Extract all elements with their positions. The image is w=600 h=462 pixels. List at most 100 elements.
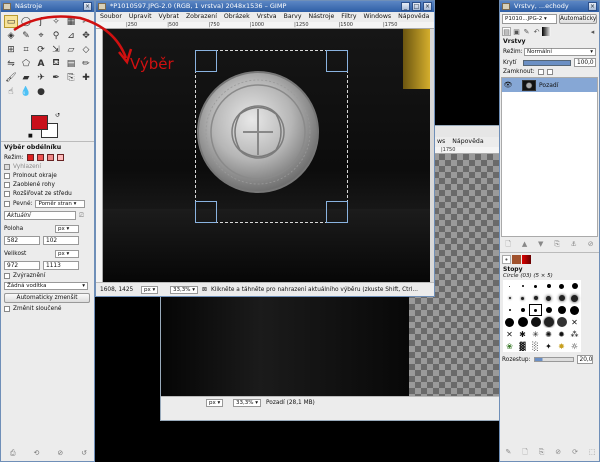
image-titlebar[interactable]: *P1010597.JPG-2.0 (RGB, 1 vrstva) 2048x1…	[96, 1, 434, 12]
spacing-slider[interactable]	[533, 357, 574, 362]
menu-napoveda[interactable]: Nápověda	[398, 12, 429, 22]
patterns-tab-icon[interactable]	[512, 255, 521, 264]
brush-item[interactable]	[516, 304, 529, 316]
brush-item[interactable]	[568, 280, 581, 292]
fixed-select[interactable]: Poměr stran ▾	[35, 200, 86, 208]
menu-obrazek[interactable]: Obrázek	[224, 12, 250, 22]
default-colors-icon[interactable]: ■	[28, 133, 33, 139]
swap-colors-icon[interactable]: ↺	[55, 112, 60, 119]
brush-item[interactable]: ✸	[555, 340, 568, 352]
brush-item[interactable]	[555, 316, 568, 328]
image2-menu-help[interactable]: Nápověda	[452, 137, 483, 147]
maximize-icon[interactable]: □	[412, 2, 421, 11]
lower-layer-icon[interactable]: ▼	[538, 240, 543, 251]
close-icon[interactable]: ×	[423, 2, 432, 11]
fg-color-swatch[interactable]	[31, 115, 48, 130]
layers-tab-icon[interactable]: ▤	[502, 27, 511, 36]
delete-options-icon[interactable]: ⊘	[57, 449, 63, 459]
gradient-tab-icon[interactable]	[542, 27, 551, 36]
layer-mode-select[interactable]: Normální ▾	[524, 48, 596, 56]
selection-handle-tr[interactable]	[326, 50, 348, 72]
eye-icon[interactable]: 👁	[502, 81, 514, 89]
brush-item[interactable]	[568, 292, 581, 304]
cancel-icon[interactable]: ⊠	[202, 283, 207, 296]
duplicate-layer-icon[interactable]: ⎘	[554, 240, 560, 251]
feather-row[interactable]: Prolnout okraje	[4, 173, 93, 179]
brush-item[interactable]: ❀	[503, 340, 516, 352]
expand-row[interactable]: Rozšiřovat ze středu	[4, 191, 93, 197]
zoom-select[interactable]: 33,3% ▾	[170, 286, 198, 294]
lock-pixels-checkbox[interactable]	[537, 69, 544, 75]
size-w-input[interactable]: 972	[4, 261, 40, 270]
lock-alpha-checkbox[interactable]	[546, 69, 553, 75]
highlight-row[interactable]: Zvýraznění	[4, 273, 93, 279]
size-h-input[interactable]: 1113	[43, 261, 79, 270]
brush-item[interactable]: ✱	[516, 328, 529, 340]
save-options-icon[interactable]: ⎙	[10, 449, 16, 459]
restore-options-icon[interactable]: ⟲	[34, 449, 40, 459]
undo-tab-icon[interactable]: ↶	[532, 27, 541, 36]
tab-menu-icon[interactable]: ◂	[588, 27, 597, 36]
opacity-slider[interactable]	[523, 59, 571, 66]
brush-item[interactable]: ░	[529, 340, 542, 352]
brush-item[interactable]: ✳	[529, 328, 542, 340]
layer-row[interactable]: 👁 Pozadí	[502, 78, 597, 92]
spacing-input[interactable]: 20,0	[576, 355, 593, 364]
delete-layer-icon[interactable]: ⊘	[588, 240, 594, 251]
clear-icon[interactable]: ⎚	[79, 212, 84, 220]
brush-item[interactable]	[503, 304, 516, 316]
mode-replace-icon[interactable]	[26, 154, 34, 161]
brush-item[interactable]	[568, 304, 581, 316]
feather-checkbox[interactable]	[4, 173, 10, 179]
layers-titlebar[interactable]: Vrstvy, ...echody ×	[500, 1, 599, 12]
position-x-input[interactable]: 582	[4, 236, 40, 245]
brush-item[interactable]	[555, 304, 568, 316]
brush-item[interactable]	[529, 280, 542, 292]
menu-windows[interactable]: Windows	[363, 12, 391, 22]
image2-unit-select[interactable]: px ▾	[206, 399, 224, 407]
size-unit-select[interactable]: px ▾	[55, 250, 79, 258]
brush-item[interactable]	[542, 292, 555, 304]
menu-filtry[interactable]: Filtry	[341, 12, 356, 22]
brush-item[interactable]	[555, 280, 568, 292]
selection-handle-bl[interactable]	[195, 201, 217, 223]
unit-select[interactable]: px ▾	[141, 286, 159, 294]
brush-item[interactable]: ✕	[503, 328, 516, 340]
brush-item[interactable]	[516, 316, 529, 328]
brush-item[interactable]: ▓	[516, 340, 529, 352]
position-y-input[interactable]: 102	[43, 236, 79, 245]
brush-item[interactable]	[529, 316, 542, 328]
image-select[interactable]: P1010...JPG-2 ▾	[502, 14, 557, 24]
mode-add-icon[interactable]	[36, 154, 44, 161]
position-unit-select[interactable]: px ▾	[55, 225, 79, 233]
gradients-tab-icon[interactable]	[522, 255, 531, 264]
reset-options-icon[interactable]: ↺	[81, 449, 87, 459]
brush-item[interactable]	[503, 280, 516, 292]
current-input[interactable]: Aktuální	[4, 211, 76, 220]
delete-brush-icon[interactable]: ⊘	[555, 448, 561, 459]
brush-item[interactable]	[516, 292, 529, 304]
selection-handle-tl[interactable]	[195, 50, 217, 72]
merged-row[interactable]: Změnit sloučené	[4, 306, 93, 312]
close-icon[interactable]: ×	[588, 2, 597, 11]
duplicate-brush-icon[interactable]: ⎘	[539, 448, 545, 459]
menu-barvy[interactable]: Barvy	[284, 12, 302, 22]
rounded-checkbox[interactable]	[4, 182, 10, 188]
antialias-checkbox[interactable]	[4, 164, 10, 170]
menu-vrstva[interactable]: Vrstva	[257, 12, 277, 22]
brush-item-selected[interactable]	[529, 304, 542, 316]
opacity-input[interactable]: 100,0	[574, 58, 596, 67]
fixed-checkbox[interactable]	[4, 201, 10, 207]
mode-subtract-icon[interactable]	[46, 154, 54, 161]
image2-zoom-select[interactable]: 33,3% ▾	[233, 399, 261, 407]
brush-item[interactable]	[555, 292, 568, 304]
auto-shrink-button[interactable]: Automaticky zmenšit	[4, 293, 90, 303]
menu-zobrazeni[interactable]: Zobrazení	[186, 12, 217, 22]
edit-brush-icon[interactable]: ✎	[505, 448, 511, 459]
brush-item[interactable]: ☼	[568, 340, 581, 352]
highlight-checkbox[interactable]	[4, 273, 10, 279]
auto-button[interactable]: Automaticky	[559, 14, 597, 24]
layer-name[interactable]: Pozadí	[539, 82, 558, 89]
vertical-scrollbar[interactable]	[430, 29, 434, 284]
brush-item[interactable]	[542, 304, 555, 316]
